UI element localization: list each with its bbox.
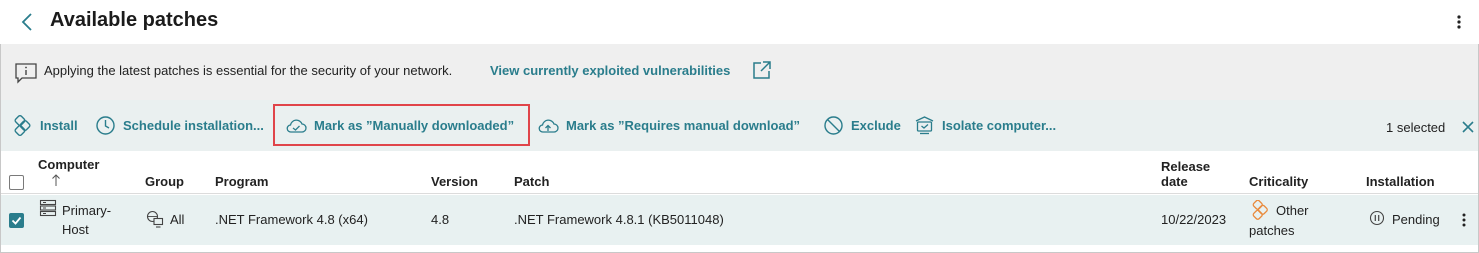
computer-name-line2[interactable]: Host	[62, 222, 89, 237]
table-header: Computer Group Program Version Patch Rel…	[1, 151, 1478, 194]
group-icon	[146, 210, 164, 228]
criticality-line1: Other	[1276, 203, 1309, 218]
computer-name-line1[interactable]: Primary-	[62, 203, 111, 218]
page-title: Available patches	[50, 9, 219, 31]
clock-icon	[96, 116, 115, 135]
mark-requires-manual-download-button[interactable]: Mark as ”Requires manual download”	[537, 100, 800, 151]
program-value: .NET Framework 4.8 (x64)	[215, 212, 368, 227]
row-more-options-icon[interactable]	[1458, 211, 1470, 229]
patch-value: .NET Framework 4.8.1 (KB5011048)	[514, 212, 724, 227]
action-toolbar: Install Schedule installation... Mark as…	[1, 100, 1478, 151]
criticality-line2: patches	[1249, 223, 1295, 238]
mark-requires-manual-download-label: Mark as ”Requires manual download”	[566, 118, 801, 133]
exclude-button[interactable]: Exclude	[823, 100, 901, 151]
isolate-computer-label: Isolate computer...	[942, 118, 1057, 133]
page-header: Available patches	[0, 0, 1479, 44]
isolate-computer-icon	[915, 116, 934, 135]
install-button[interactable]: Install	[12, 100, 78, 151]
server-icon	[39, 199, 57, 217]
isolate-computer-button[interactable]: Isolate computer...	[914, 100, 1056, 151]
column-header-program[interactable]: Program	[215, 174, 268, 189]
exploited-vulnerabilities-link[interactable]: View currently exploited vulnerabilities	[490, 63, 730, 78]
exclude-label: Exclude	[851, 118, 901, 133]
installation-status: Pending	[1392, 212, 1440, 227]
table-row[interactable]: Primary- Host All .NET Framework 4.8 (x6…	[1, 195, 1478, 245]
column-header-installation[interactable]: Installation	[1366, 174, 1435, 189]
version-value: 4.8	[431, 212, 450, 227]
install-label: Install	[40, 118, 78, 133]
pending-icon	[1369, 210, 1385, 226]
clear-selection-icon[interactable]	[1461, 120, 1475, 134]
back-arrow-icon[interactable]	[18, 11, 38, 33]
cloud-upload-icon	[538, 119, 559, 133]
highlight-annotation	[273, 104, 530, 146]
column-header-patch[interactable]: Patch	[514, 174, 549, 189]
column-header-release-date-line2[interactable]: date	[1161, 174, 1188, 189]
column-header-criticality[interactable]: Criticality	[1249, 174, 1308, 189]
column-header-group[interactable]: Group	[145, 174, 184, 189]
sort-ascending-icon[interactable]	[51, 173, 61, 187]
group-value: All	[170, 212, 185, 227]
select-all-checkbox[interactable]	[9, 175, 24, 190]
schedule-installation-button[interactable]: Schedule installation...	[95, 100, 264, 151]
info-banner: Applying the latest patches is essential…	[1, 44, 1478, 100]
column-header-computer[interactable]: Computer	[38, 157, 99, 172]
info-icon	[14, 62, 38, 84]
selected-count: 1 selected	[1386, 120, 1446, 135]
info-message: Applying the latest patches is essential…	[44, 63, 453, 78]
column-header-version[interactable]: Version	[431, 174, 478, 189]
row-checkbox[interactable]	[9, 213, 24, 228]
schedule-installation-label: Schedule installation...	[123, 118, 264, 133]
install-icon	[14, 115, 31, 136]
release-date-value: 10/22/2023	[1161, 212, 1227, 227]
criticality-icon	[1250, 199, 1270, 220]
external-link-icon[interactable]	[752, 60, 772, 80]
prohibit-icon	[824, 116, 843, 135]
more-options-icon[interactable]	[1452, 12, 1466, 32]
column-header-release-date-line1[interactable]: Release	[1161, 159, 1210, 174]
